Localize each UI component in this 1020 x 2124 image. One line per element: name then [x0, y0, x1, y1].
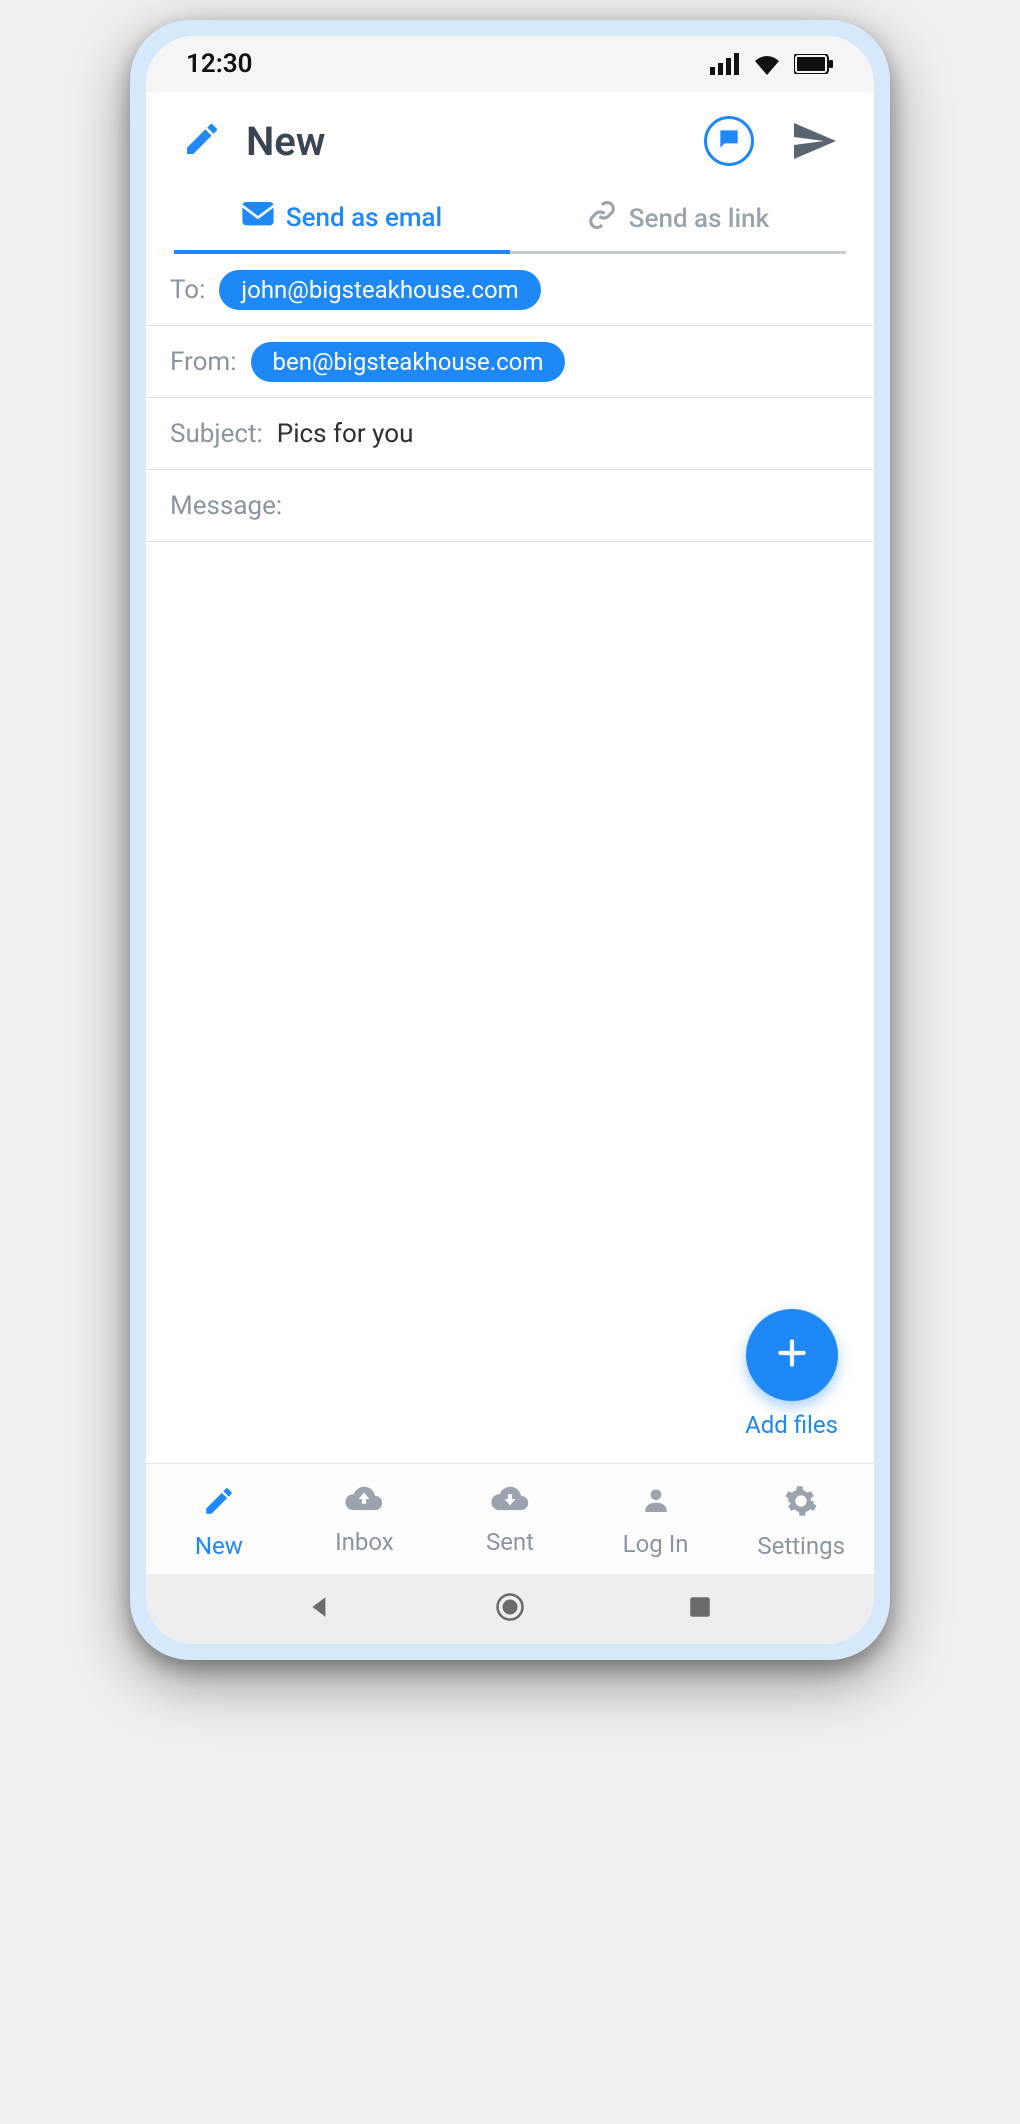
add-files-button[interactable] [746, 1309, 838, 1401]
back-icon[interactable] [307, 1594, 333, 1624]
subject-label: Subject: [170, 419, 263, 449]
to-label: To: [170, 275, 205, 305]
nav-sent-label: Sent [486, 1528, 534, 1556]
wifi-icon [752, 53, 782, 75]
subject-input[interactable]: Pics for you [277, 419, 414, 449]
from-row[interactable]: From: ben@bigsteakhouse.com [146, 326, 874, 398]
send-button[interactable] [790, 117, 838, 165]
person-icon [640, 1484, 672, 1522]
status-time: 12:30 [186, 49, 253, 79]
nav-sent[interactable]: Sent [437, 1484, 583, 1560]
chat-icon [716, 126, 742, 156]
android-nav-bar [146, 1574, 874, 1644]
gear-icon [784, 1484, 818, 1524]
tab-send-email[interactable]: Send as emal [174, 186, 510, 254]
cloud-download-icon [491, 1484, 529, 1520]
tab-send-link[interactable]: Send as link [510, 186, 846, 254]
compose-header: New [146, 92, 874, 186]
cloud-upload-icon [345, 1484, 383, 1520]
nav-inbox-label: Inbox [335, 1528, 394, 1556]
message-body[interactable]: Add files [146, 542, 874, 1463]
from-chip[interactable]: ben@bigsteakhouse.com [251, 342, 566, 382]
nav-settings[interactable]: Settings [728, 1484, 874, 1560]
message-row[interactable]: Message: [146, 470, 874, 542]
bottom-nav: New Inbox Sent Log In [146, 1463, 874, 1574]
nav-login-label: Log In [623, 1530, 689, 1558]
message-label: Message: [170, 491, 282, 521]
pencil-icon [202, 1484, 236, 1524]
send-icon [790, 117, 838, 165]
tab-link-label: Send as link [629, 204, 769, 234]
nav-new[interactable]: New [146, 1484, 292, 1560]
send-mode-tabs: Send as emal Send as link [146, 186, 874, 254]
nav-new-label: New [195, 1532, 243, 1560]
pencil-icon [182, 119, 222, 163]
to-row[interactable]: To: john@bigsteakhouse.com [146, 254, 874, 326]
mail-icon [242, 202, 274, 235]
nav-inbox[interactable]: Inbox [292, 1484, 438, 1560]
nav-login[interactable]: Log In [583, 1484, 729, 1560]
signal-icon [710, 53, 740, 75]
battery-icon [794, 54, 834, 74]
from-label: From: [170, 347, 237, 377]
to-chip[interactable]: john@bigsteakhouse.com [219, 270, 540, 310]
home-icon[interactable] [495, 1592, 525, 1626]
link-icon [587, 200, 617, 237]
recents-icon[interactable] [687, 1594, 713, 1624]
subject-row[interactable]: Subject: Pics for you [146, 398, 874, 470]
status-bar: 12:30 [146, 36, 874, 92]
add-files-label: Add files [745, 1411, 838, 1439]
page-title: New [246, 118, 680, 165]
plus-icon [772, 1333, 812, 1377]
tab-email-label: Send as emal [286, 203, 442, 233]
intercom-button[interactable] [704, 116, 754, 166]
nav-settings-label: Settings [757, 1532, 845, 1560]
